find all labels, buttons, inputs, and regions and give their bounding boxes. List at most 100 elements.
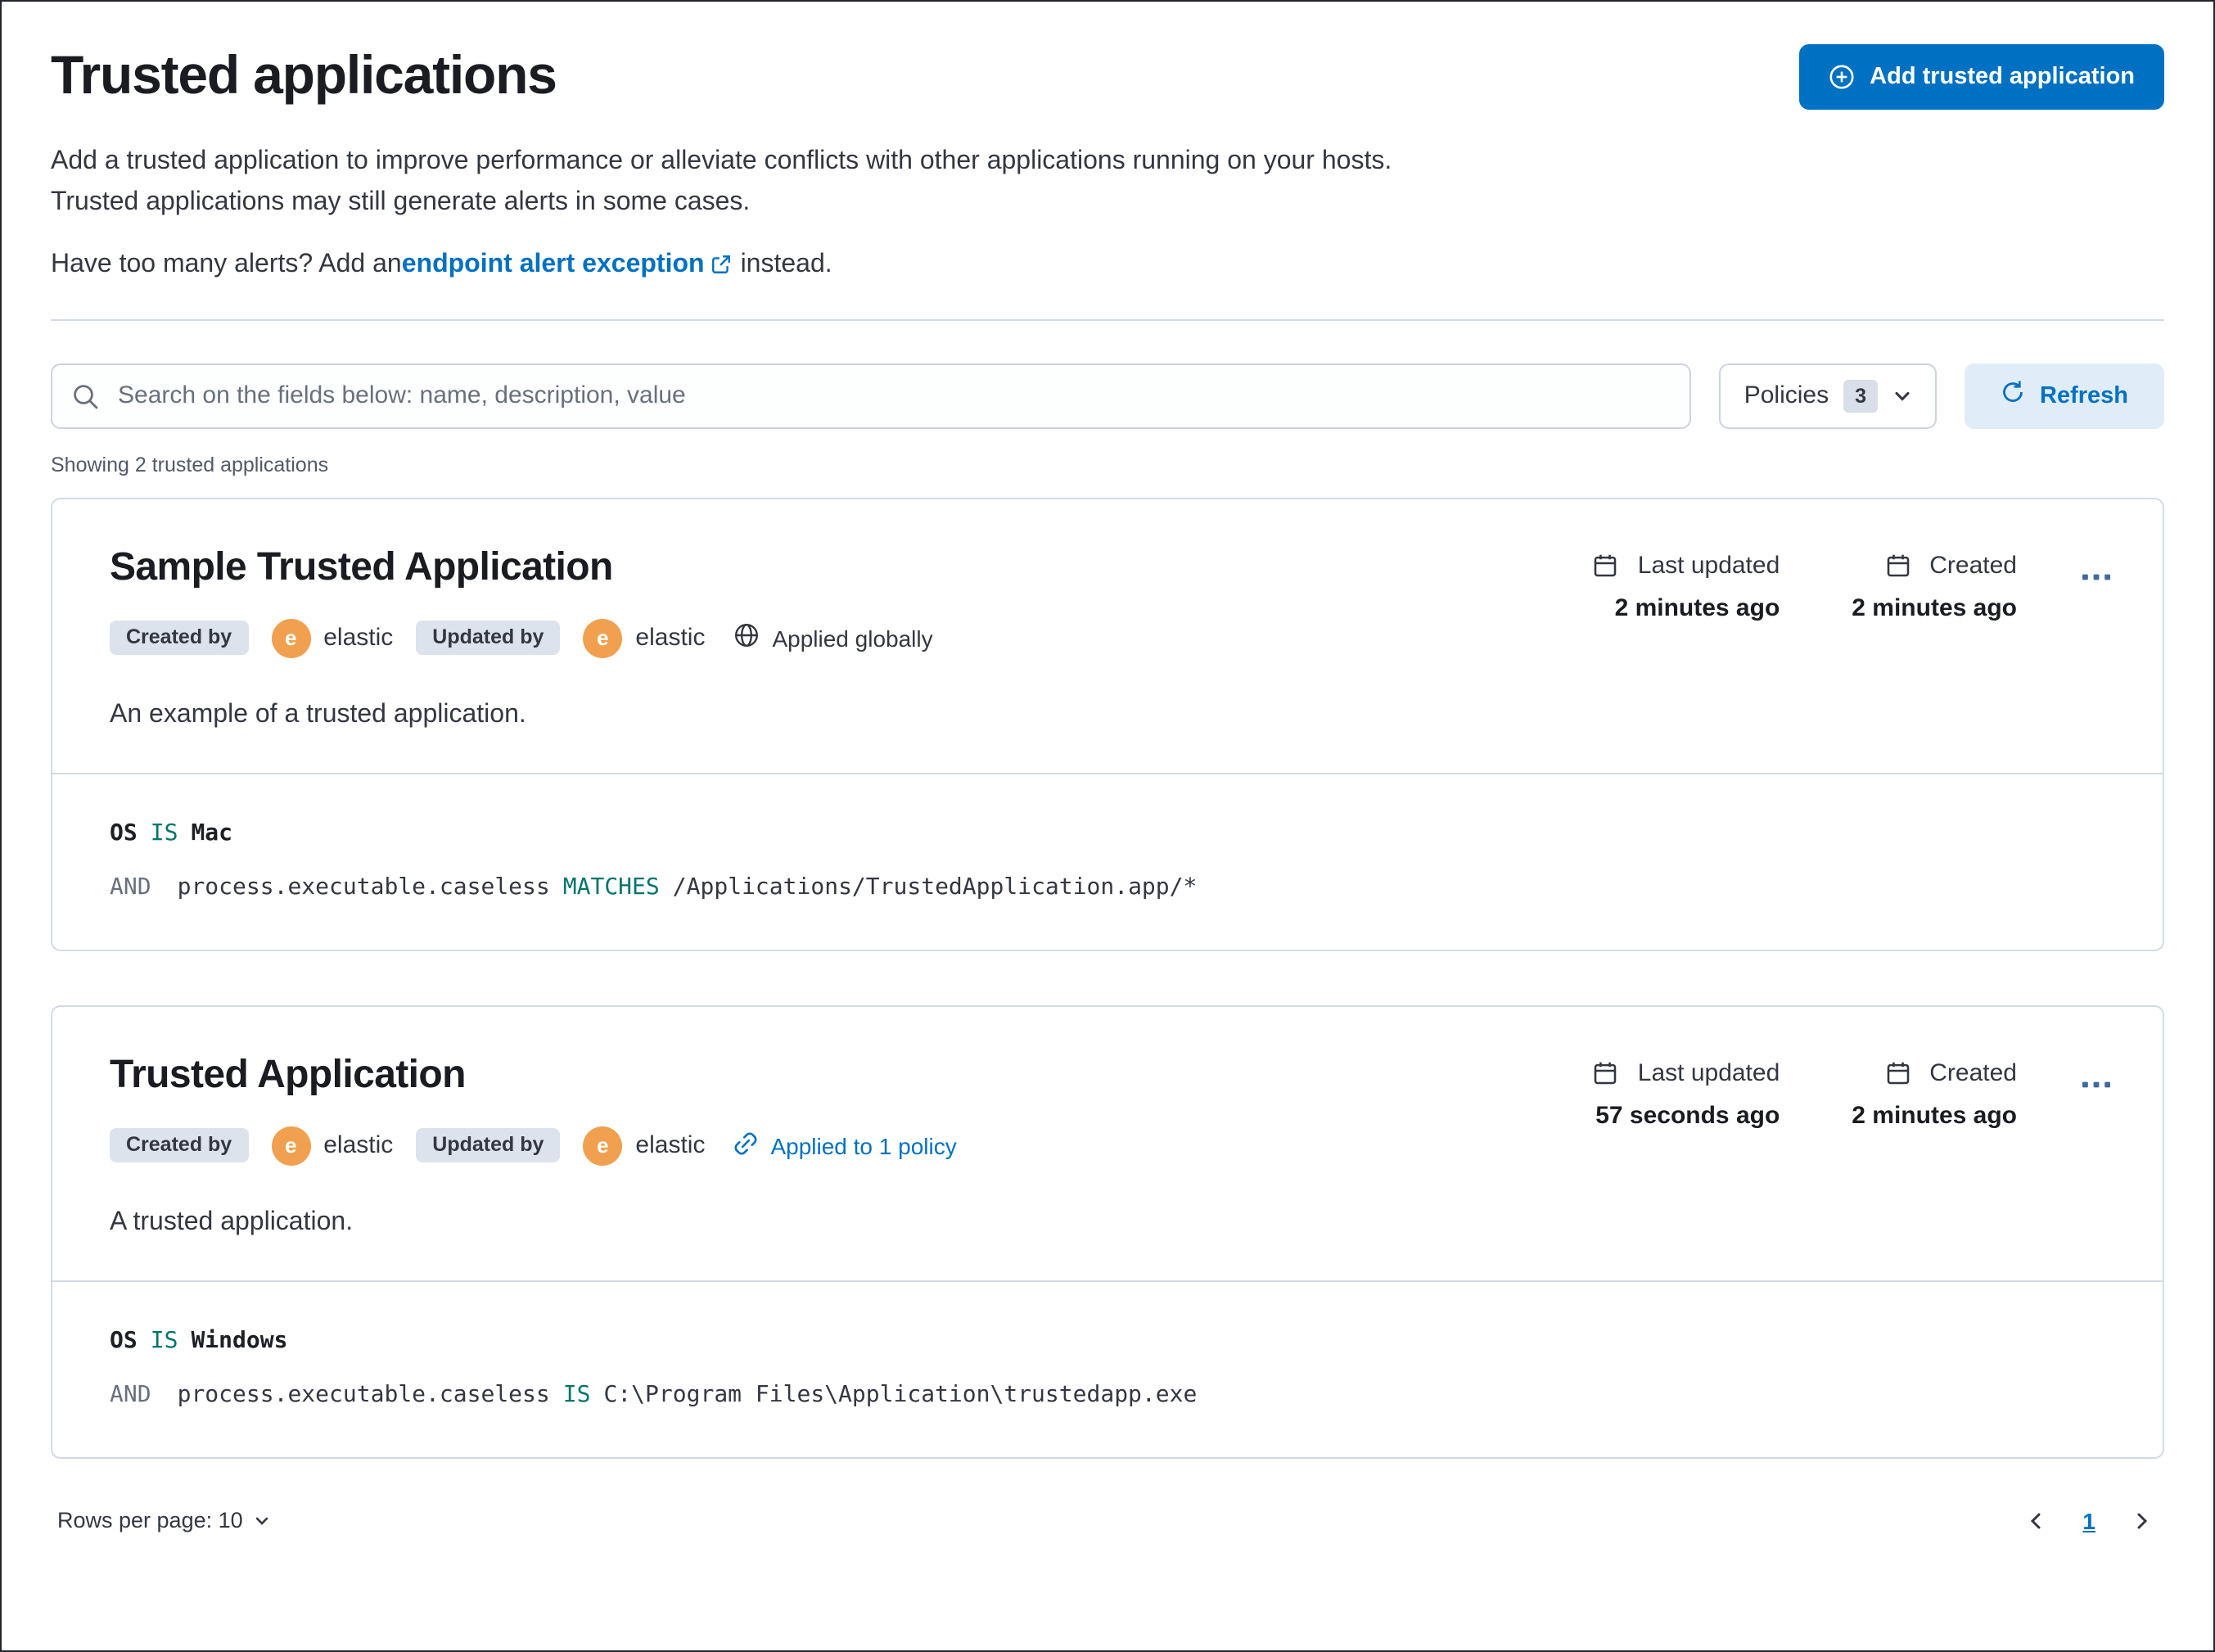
os-field: OS [110, 819, 138, 846]
updated-by-badge: Updated by [416, 621, 561, 655]
card-main-info: Sample Trusted Application Created by e … [110, 544, 933, 729]
endpoint-alert-exception-link[interactable]: endpoint alert exception [402, 250, 705, 279]
app-window: Trusted applications Add trusted applica… [0, 0, 2215, 1652]
policies-filter-dropdown[interactable]: Policies 3 [1719, 363, 1937, 429]
boxes-horizontal-icon [2082, 1068, 2110, 1093]
os-operator: IS [150, 1327, 178, 1354]
created-by-username: elastic [323, 624, 394, 652]
alerts-hint-suffix: instead. [740, 250, 832, 278]
alerts-hint-prefix: Have too many alerts? Add an [51, 250, 402, 278]
condition-value: /Applications/TrustedApplication.app/* [672, 873, 1198, 900]
last-updated-label: Last updated [1637, 1058, 1780, 1087]
created-label: Created [1929, 1058, 2017, 1087]
updated-by-user-chip: e elastic [583, 618, 706, 658]
card-badges-row: Created by e elastic Updated by e elasti… [110, 618, 933, 658]
add-trusted-application-label: Add trusted application [1870, 64, 2135, 90]
calendar-icon [1885, 553, 1910, 577]
refresh-button[interactable]: Refresh [1965, 363, 2164, 429]
condition-connector: AND [110, 873, 151, 900]
card-actions-menu-button[interactable] [2079, 1058, 2113, 1103]
scope-indicator: Applied globally [733, 622, 933, 653]
last-updated-label: Last updated [1637, 551, 1780, 580]
applied-to-policy-link[interactable]: Applied to 1 policy [733, 1131, 957, 1160]
results-count-text: Showing 2 trusted applications [51, 453, 329, 476]
condition-entry-line: AND process.executable.caseless MATCHES … [110, 873, 2105, 900]
condition-field: process.executable.caseless [177, 873, 550, 900]
trusted-app-description: An example of a trusted application. [110, 700, 526, 729]
os-value: Mac [191, 819, 233, 846]
condition-operator: IS [562, 1381, 591, 1408]
trusted-app-card: Sample Trusted Application Created by e … [51, 497, 2164, 951]
created-by-badge: Created by [110, 621, 249, 655]
page-number-1[interactable]: 1 [2082, 1507, 2095, 1533]
scope-label: Applied globally [772, 625, 933, 652]
created-label: Created [1929, 551, 2017, 580]
created-value: 2 minutes ago [1852, 594, 2017, 622]
rows-per-page-label: Rows per page: 10 [57, 1508, 243, 1533]
condition-field: process.executable.caseless [177, 1381, 550, 1408]
globe-icon [733, 622, 759, 653]
card-badges-row: Created by e elastic Updated by e elasti… [110, 1126, 957, 1166]
last-updated-value: 57 seconds ago [1595, 1101, 1780, 1130]
last-updated-meta: Last updated 57 seconds ago [1594, 1058, 1780, 1129]
created-by-badge: Created by [110, 1128, 249, 1162]
avatar: e [583, 618, 623, 658]
updated-by-username: elastic [635, 1131, 706, 1160]
trusted-app-title: Trusted Application [110, 1052, 466, 1097]
toolbar: Policies 3 Refresh [51, 363, 2164, 429]
updated-by-user-chip: e elastic [583, 1126, 706, 1166]
table-footer: Rows per page: 10 1 [51, 1504, 2164, 1537]
add-trusted-application-button[interactable]: Add trusted application [1799, 44, 2164, 110]
avatar: e [583, 1126, 623, 1166]
rows-per-page-selector[interactable]: Rows per page: 10 [57, 1508, 271, 1532]
policies-count-badge: 3 [1843, 379, 1878, 413]
scope-label: Applied to 1 policy [770, 1132, 957, 1159]
condition-value: C:\Program Files\Application\trustedapp.… [603, 1381, 1198, 1408]
previous-page-button[interactable] [2020, 1504, 2053, 1537]
condition-section: OS IS Mac AND process.executable.caseles… [52, 772, 2163, 949]
page-title: Trusted applications [51, 44, 557, 105]
created-value: 2 minutes ago [1852, 1101, 2017, 1130]
boxes-horizontal-icon [2082, 561, 2110, 585]
condition-operator: MATCHES [562, 873, 660, 900]
updated-by-badge: Updated by [416, 1128, 561, 1162]
chevron-down-icon [1892, 386, 1912, 405]
calendar-icon [1594, 1060, 1618, 1085]
created-by-user-chip: e elastic [271, 618, 394, 658]
card-meta: Last updated 57 seconds ago Created 2 mi… [1594, 1052, 2113, 1129]
alerts-hint-line: Have too many alerts? Add an endpoint al… [51, 250, 2164, 279]
os-value: Windows [191, 1327, 288, 1354]
card-header: Sample Trusted Application Created by e … [52, 499, 2163, 772]
card-meta: Last updated 2 minutes ago Created 2 min… [1594, 544, 2113, 621]
card-header: Trusted Application Created by e elastic… [52, 1006, 2163, 1280]
last-updated-meta: Last updated 2 minutes ago [1594, 551, 1780, 621]
header-divider [51, 318, 2164, 321]
created-by-username: elastic [323, 1131, 394, 1160]
avatar: e [271, 618, 311, 658]
created-by-user-chip: e elastic [271, 1126, 394, 1166]
os-operator: IS [150, 819, 178, 846]
calendar-icon [1594, 553, 1618, 577]
external-link-icon [711, 254, 733, 275]
trusted-app-title: Sample Trusted Application [110, 544, 613, 589]
pagination: 1 [2020, 1504, 2158, 1537]
created-meta: Created 2 minutes ago [1852, 551, 2017, 621]
trusted-app-card: Trusted Application Created by e elastic… [51, 1004, 2164, 1459]
search-icon [72, 382, 98, 417]
os-field: OS [110, 1327, 138, 1354]
search-input[interactable] [51, 363, 1692, 429]
link-icon [733, 1131, 757, 1160]
trusted-app-description: A trusted application. [110, 1207, 354, 1236]
refresh-label: Refresh [2040, 382, 2128, 409]
card-actions-menu-button[interactable] [2079, 551, 2113, 595]
policies-filter-label: Policies [1744, 381, 1829, 410]
last-updated-value: 2 minutes ago [1614, 594, 1780, 622]
search-box [51, 363, 1692, 429]
updated-by-username: elastic [635, 624, 706, 652]
calendar-icon [1885, 1060, 1910, 1085]
condition-section: OS IS Windows AND process.executable.cas… [52, 1280, 2163, 1456]
created-meta: Created 2 minutes ago [1852, 1058, 2017, 1129]
condition-os-line: OS IS Mac [110, 819, 2105, 846]
next-page-button[interactable] [2125, 1504, 2158, 1537]
refresh-icon [2001, 380, 2025, 411]
